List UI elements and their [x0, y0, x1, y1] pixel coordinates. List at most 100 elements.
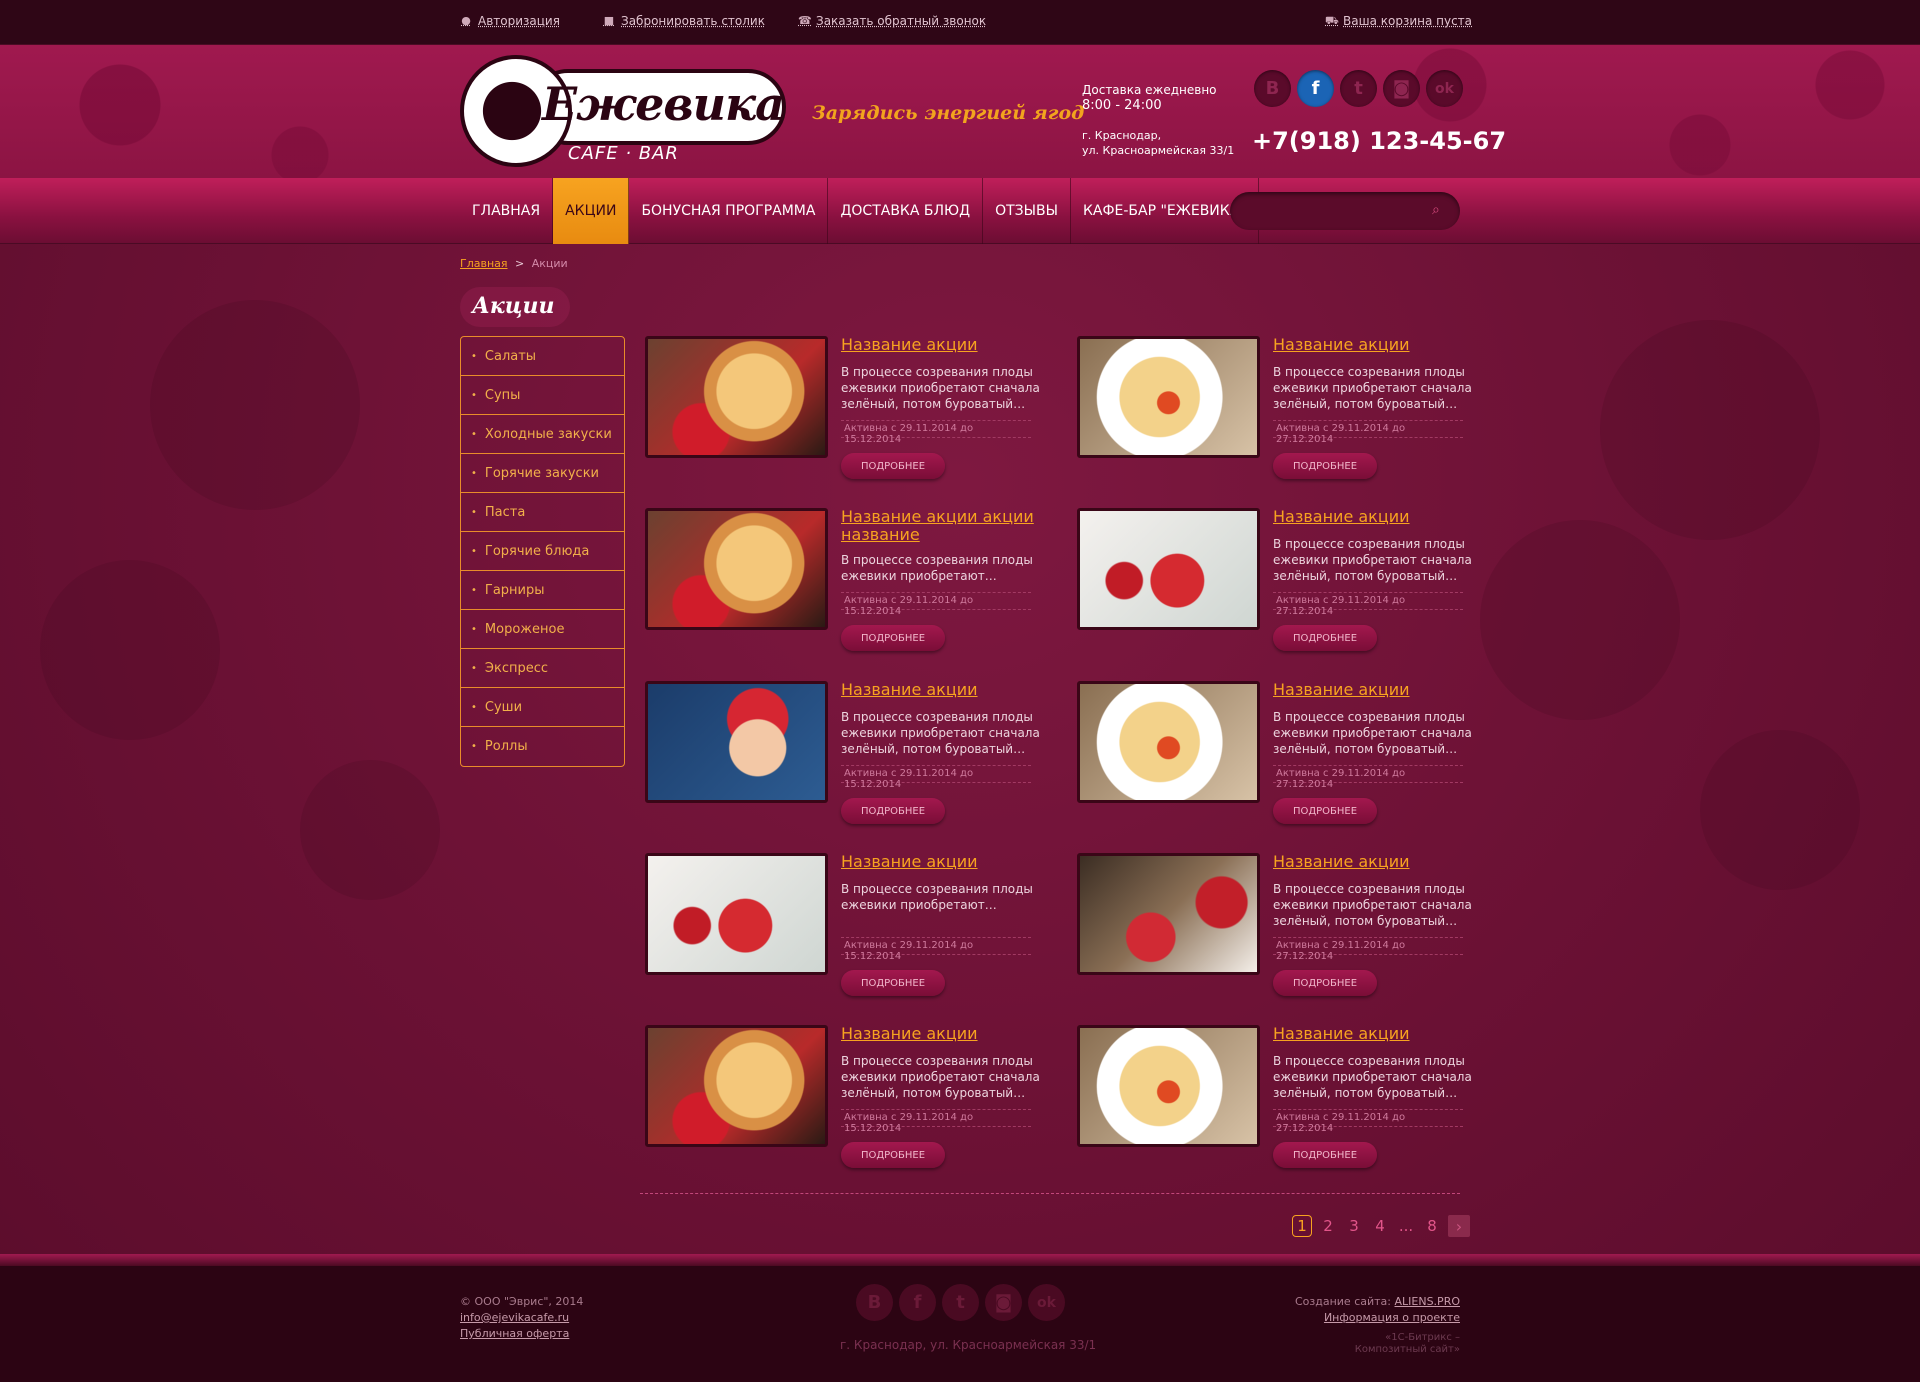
promo-title[interactable]: Название акции [1273, 508, 1473, 526]
vk-icon[interactable]: B [1254, 70, 1291, 107]
logo[interactable]: Ежевика CAFE · BAR [460, 55, 790, 167]
vk-icon[interactable]: B [856, 1284, 893, 1321]
reserve-table-link[interactable]: ■ Забронировать столик [603, 14, 765, 28]
login-link[interactable]: ● Авторизация [460, 14, 560, 28]
promo-date: Активна с 29.11.2014 до 15.12.2014 [841, 1109, 1031, 1134]
promo-text: В процессе созревания плоды ежевики прио… [841, 882, 1033, 912]
promo-image[interactable] [1077, 1025, 1260, 1147]
sidebar-item-cold-snacks[interactable]: • Холодные закуски [461, 415, 624, 454]
promo-image[interactable] [645, 336, 828, 458]
promo-image[interactable] [645, 1025, 828, 1147]
more-button[interactable]: Подробнее [841, 453, 945, 479]
promo-title[interactable]: Название акции [1273, 336, 1473, 354]
sidebar-item-express[interactable]: • Экспресс [461, 649, 624, 688]
sidebar-item-rolls[interactable]: • Роллы [461, 727, 624, 766]
bullet-icon: • [471, 350, 477, 362]
promo-title[interactable]: Название акции акции название [841, 508, 1041, 544]
sidebar-item-garnish[interactable]: • Гарниры [461, 571, 624, 610]
promo-image[interactable] [1077, 853, 1260, 975]
page-title: Акции [460, 287, 571, 327]
promo-date: Активна с 29.11.2014 до 15.12.2014 [841, 420, 1031, 445]
promo-title[interactable]: Название акции [1273, 681, 1473, 699]
public-offer-link[interactable]: Публичная оферта [460, 1326, 583, 1342]
footer-social: B f t ◙ ok [856, 1284, 1065, 1321]
sidebar-item-hot-dishes[interactable]: • Горячие блюда [461, 532, 624, 571]
project-info-link[interactable]: Информация о проекте [1324, 1311, 1460, 1324]
page-4[interactable]: 4 [1370, 1215, 1390, 1237]
sidebar-item-soups[interactable]: • Супы [461, 376, 624, 415]
page-1[interactable]: 1 [1292, 1215, 1312, 1237]
promo-image[interactable] [645, 508, 828, 630]
user-icon: ● [461, 14, 471, 27]
promo-date: Активна с 29.11.2014 до 27.12.2014 [1273, 420, 1463, 445]
footer-email[interactable]: info@ejevikacafe.ru [460, 1310, 583, 1326]
footer-right: Создание сайта: ALIENS.PRO Информация о … [1294, 1295, 1461, 1324]
sidebar-item-pasta[interactable]: • Паста [461, 493, 624, 532]
main-nav: ГЛАВНАЯ АКЦИИ БОНУСНАЯ ПРОГРАММА ДОСТАВК… [0, 178, 1920, 244]
facebook-icon[interactable]: f [899, 1284, 936, 1321]
promo-card: Название акции В процессе созревания пло… [1077, 681, 1487, 831]
more-button[interactable]: Подробнее [841, 1142, 945, 1168]
promo-title[interactable]: Название акции [841, 681, 1041, 699]
promo-image[interactable] [645, 853, 828, 975]
nav-item-home[interactable]: ГЛАВНАЯ [460, 178, 554, 244]
more-button[interactable]: Подробнее [841, 970, 945, 996]
bullet-icon: • [471, 545, 477, 557]
breadcrumb: Главная > Акции [460, 257, 568, 270]
more-button[interactable]: Подробнее [1273, 1142, 1377, 1168]
more-button[interactable]: Подробнее [1273, 798, 1377, 824]
cart-link[interactable]: ⛟ Ваша корзина пуста [1325, 14, 1472, 28]
bitrix-badge[interactable]: «1С-Битрикс – Композитный сайт» [1355, 1332, 1460, 1356]
more-button[interactable]: Подробнее [1273, 453, 1377, 479]
promo-title[interactable]: Название акции [841, 853, 1041, 871]
odnoklassniki-icon[interactable]: ok [1028, 1284, 1065, 1321]
page-3[interactable]: 3 [1344, 1215, 1364, 1237]
promo-image[interactable] [1077, 681, 1260, 803]
page-2[interactable]: 2 [1318, 1215, 1338, 1237]
search-icon[interactable]: ⌕ [1432, 202, 1448, 218]
sidebar-item-salads[interactable]: • Салаты [461, 337, 624, 376]
promo-title[interactable]: Название акции [841, 336, 1041, 354]
nav-item-delivery[interactable]: ДОСТАВКА БЛЮД [828, 178, 984, 244]
instagram-icon[interactable]: ◙ [985, 1284, 1022, 1321]
phone-number[interactable]: +7(918) 123-45-67 [1252, 127, 1506, 155]
search-input[interactable] [1230, 192, 1420, 230]
more-button[interactable]: Подробнее [1273, 625, 1377, 651]
more-button[interactable]: Подробнее [841, 798, 945, 824]
page-8[interactable]: 8 [1422, 1215, 1442, 1237]
nav-item-promotions[interactable]: АКЦИИ [553, 178, 630, 244]
instagram-icon[interactable]: ◙ [1383, 70, 1420, 107]
next-page-icon[interactable]: › [1448, 1215, 1470, 1237]
more-button[interactable]: Подробнее [1273, 970, 1377, 996]
sidebar-item-icecream[interactable]: • Мороженое [461, 610, 624, 649]
callback-link[interactable]: ☎ Заказать обратный звонок [798, 14, 986, 28]
sidebar-item-sushi[interactable]: • Суши [461, 688, 624, 727]
promo-card: Название акции В процессе созревания пло… [1077, 336, 1487, 486]
promo-date: Активна с 29.11.2014 до 27.12.2014 [1273, 1109, 1463, 1134]
more-button[interactable]: Подробнее [841, 625, 945, 651]
decor-berry [1700, 730, 1860, 890]
breadcrumb-home[interactable]: Главная [460, 257, 508, 270]
logo-subtitle: CAFE · BAR [568, 143, 679, 164]
promo-text: В процессе созревания плоды ежевики прио… [1273, 710, 1472, 756]
promo-title[interactable]: Название акции [1273, 1025, 1473, 1043]
nav-item-bonus[interactable]: БОНУСНАЯ ПРОГРАММА [629, 178, 829, 244]
promo-image[interactable] [1077, 336, 1260, 458]
odnoklassniki-icon[interactable]: ok [1426, 70, 1463, 107]
page-ellipsis: ... [1398, 1217, 1414, 1235]
twitter-icon[interactable]: t [942, 1284, 979, 1321]
decor-flower [1600, 320, 1820, 540]
promo-text: В процессе созревания плоды ежевики прио… [841, 365, 1040, 411]
facebook-icon[interactable]: f [1297, 70, 1334, 107]
bullet-icon: • [471, 389, 477, 401]
nav-item-reviews[interactable]: ОТЗЫВЫ [983, 178, 1071, 244]
promo-title[interactable]: Название акции [841, 1025, 1041, 1043]
sidebar-item-hot-snacks[interactable]: • Горячие закуски [461, 454, 624, 493]
promo-title[interactable]: Название акции [1273, 853, 1473, 871]
promo-image[interactable] [645, 681, 828, 803]
twitter-icon[interactable]: t [1340, 70, 1377, 107]
footer: © ООО "Эврис", 2014 info@ejevikacafe.ru … [0, 1266, 1920, 1382]
promo-image[interactable] [1077, 508, 1260, 630]
developer-link[interactable]: ALIENS.PRO [1395, 1295, 1461, 1308]
promo-card: Название акции В процессе созревания пло… [645, 681, 1055, 831]
